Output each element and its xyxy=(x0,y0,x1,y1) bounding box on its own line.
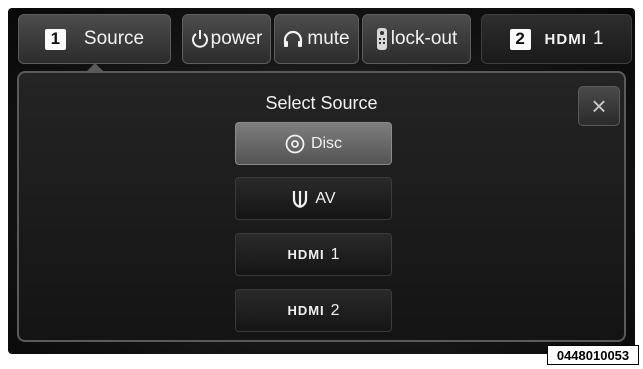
source-tab-button[interactable]: 1 Source xyxy=(18,14,171,64)
option-label: 2 xyxy=(330,301,340,319)
hdmi-number: 2 xyxy=(509,28,531,50)
option-label: Disc xyxy=(310,134,343,152)
hdmi-tab-button[interactable]: 2 HDMI 1 xyxy=(481,14,632,64)
lockout-label: lock-out xyxy=(390,28,458,49)
hdmi-logo: HDMI xyxy=(544,30,587,48)
option-label: 1 xyxy=(330,245,340,263)
power-icon xyxy=(191,30,208,48)
lockout-button[interactable]: lock-out xyxy=(362,14,471,64)
panel-title: Select Source xyxy=(265,93,378,113)
hdmi-logo: HDMI xyxy=(287,247,325,262)
power-label: power xyxy=(210,28,263,49)
option-av-button[interactable]: AV xyxy=(235,177,392,220)
option-hdmi1-button[interactable]: HDMI 1 xyxy=(235,233,392,276)
hdmi-index: 1 xyxy=(592,28,604,49)
mute-button[interactable]: mute xyxy=(274,14,359,64)
option-hdmi2-button[interactable]: HDMI 2 xyxy=(235,289,392,332)
mute-label: mute xyxy=(307,28,350,49)
option-disc-button[interactable]: Disc xyxy=(235,122,392,165)
close-button[interactable]: × xyxy=(578,86,620,126)
hdmi-logo: HDMI xyxy=(287,303,325,318)
source-number: 1 xyxy=(44,28,66,50)
remote-control-icon xyxy=(376,28,387,50)
option-label: AV xyxy=(315,189,336,207)
av-plug-icon xyxy=(293,190,308,208)
headphones-icon xyxy=(284,30,303,47)
source-label: Source xyxy=(83,28,145,49)
close-icon: × xyxy=(591,90,607,121)
disc-icon xyxy=(285,134,305,153)
power-button[interactable]: power xyxy=(182,14,271,64)
figure-code-label: 0448010053 xyxy=(547,345,639,365)
